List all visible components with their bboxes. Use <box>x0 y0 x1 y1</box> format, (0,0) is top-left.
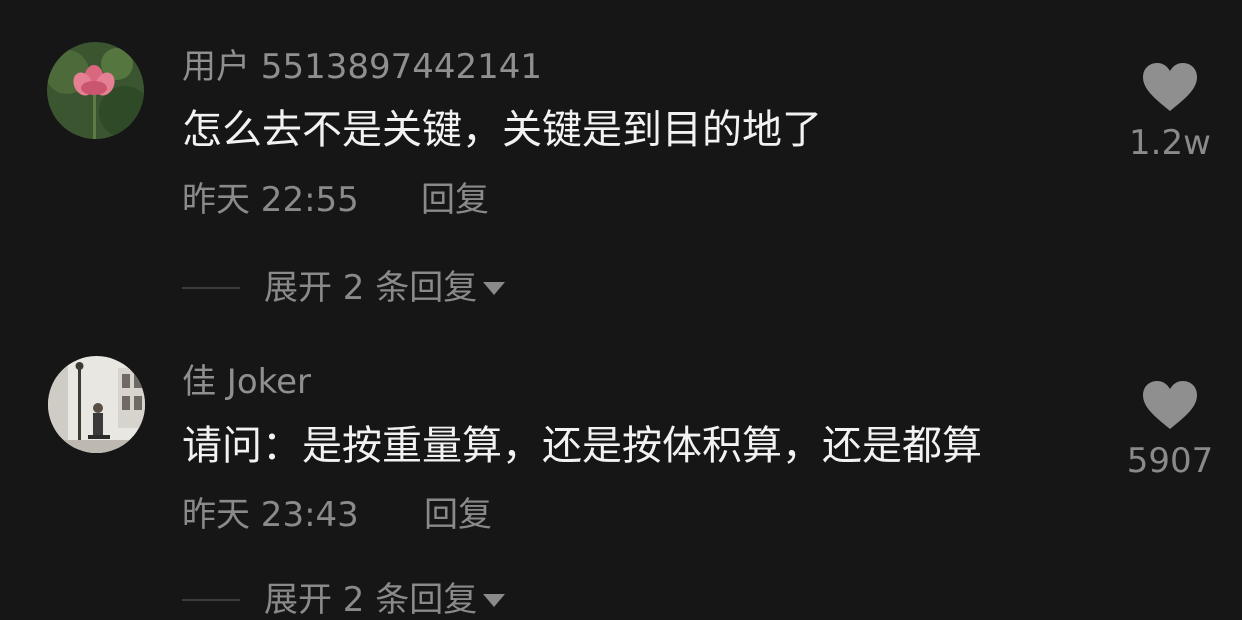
reply-button[interactable]: 回复 <box>424 498 492 532</box>
comment-username[interactable]: 佳 Joker <box>182 365 311 399</box>
street-photo-avatar-icon <box>48 356 145 453</box>
comment-text: 请问：是按重量算，还是按体积算，还是都算 <box>182 423 982 469</box>
comment-text: 怎么去不是关键，关键是到目的地了 <box>182 107 822 153</box>
heart-icon <box>1143 381 1197 429</box>
expand-replies-button[interactable]: 展开 2 条回复 <box>182 580 506 620</box>
caret-down-icon <box>483 281 506 295</box>
divider-line <box>182 599 240 601</box>
like-button[interactable]: 5907 <box>1115 380 1225 478</box>
divider-line <box>182 287 240 289</box>
like-button[interactable]: 1.2w <box>1115 62 1225 160</box>
heart-icon <box>1143 63 1197 111</box>
like-count: 5907 <box>1126 441 1214 481</box>
comment-item: 用户 5513897442141 怎么去不是关键，关键是到目的地了 昨天 22:… <box>0 0 1242 330</box>
reply-button[interactable]: 回复 <box>421 183 489 217</box>
like-count: 1.2w <box>1129 123 1211 163</box>
user-avatar[interactable] <box>48 356 145 453</box>
expand-replies-label: 展开 2 条回复 <box>264 268 478 308</box>
caret-down-icon <box>483 593 506 607</box>
comment-username[interactable]: 用户 5513897442141 <box>182 50 542 84</box>
comment-item: 佳 Joker 请问：是按重量算，还是按体积算，还是都算 昨天 23:43 回复… <box>0 330 1242 619</box>
expand-replies-label: 展开 2 条回复 <box>264 580 478 620</box>
expand-replies-button[interactable]: 展开 2 条回复 <box>182 268 506 308</box>
comment-timestamp: 昨天 23:43 <box>182 495 359 535</box>
user-avatar[interactable] <box>47 42 144 139</box>
comment-timestamp: 昨天 22:55 <box>182 180 359 220</box>
lotus-avatar-icon <box>47 42 144 139</box>
